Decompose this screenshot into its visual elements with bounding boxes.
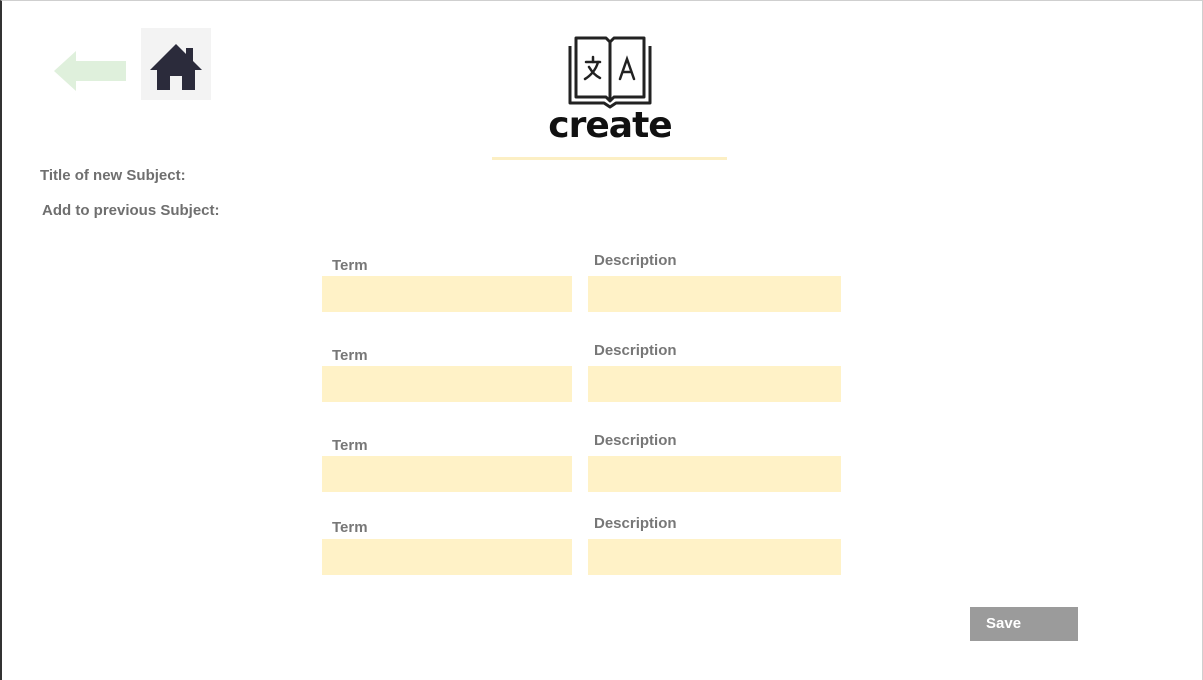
term-label: Term xyxy=(332,437,368,454)
arrow-left-icon xyxy=(54,51,126,91)
description-label: Description xyxy=(594,432,677,449)
term-label: Term xyxy=(332,347,368,364)
app-window: create Title of new Subject: Add to prev… xyxy=(0,0,1203,680)
description-input[interactable] xyxy=(588,539,841,575)
create-logo: create xyxy=(530,35,690,155)
home-icon xyxy=(150,44,202,90)
term-input[interactable] xyxy=(322,366,572,402)
save-button[interactable]: Save xyxy=(970,607,1078,641)
term-label: Term xyxy=(332,519,368,536)
logo-text: create xyxy=(548,105,672,146)
back-button[interactable] xyxy=(54,51,126,91)
description-input[interactable] xyxy=(588,366,841,402)
description-input[interactable] xyxy=(588,276,841,312)
term-label: Term xyxy=(332,257,368,274)
add-to-previous-subject-label: Add to previous Subject: xyxy=(42,202,220,219)
title-of-new-subject-label: Title of new Subject: xyxy=(40,167,186,184)
description-input[interactable] xyxy=(588,456,841,492)
term-input[interactable] xyxy=(322,456,572,492)
logo-underline xyxy=(492,157,727,160)
description-label: Description xyxy=(594,342,677,359)
book-translate-icon xyxy=(568,36,652,109)
home-button[interactable] xyxy=(141,28,211,100)
description-label: Description xyxy=(594,252,677,269)
term-input[interactable] xyxy=(322,539,572,575)
description-label: Description xyxy=(594,515,677,532)
term-input[interactable] xyxy=(322,276,572,312)
